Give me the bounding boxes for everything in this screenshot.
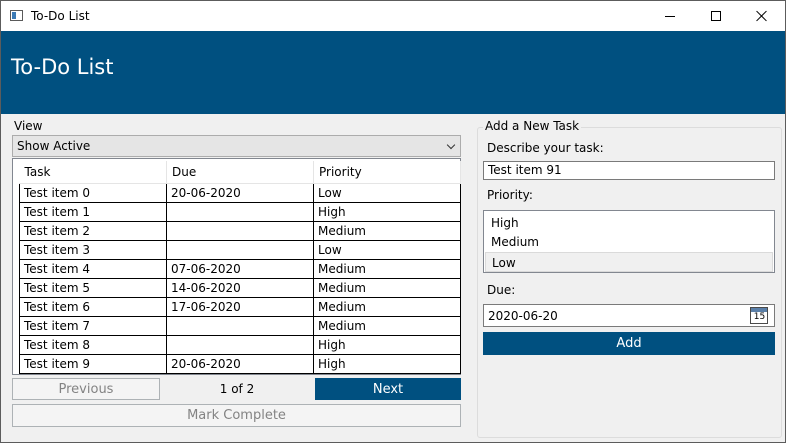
view-filter-value: Show Active xyxy=(17,139,91,153)
priority-cell[interactable]: Medium xyxy=(313,296,461,317)
priority-cell[interactable]: Medium xyxy=(313,220,461,241)
title-bar[interactable]: To-Do List xyxy=(1,1,785,31)
due-cell[interactable] xyxy=(166,315,314,336)
priority-cell[interactable]: Low xyxy=(313,182,461,203)
app-window-icon xyxy=(10,10,23,21)
close-icon xyxy=(756,10,768,22)
table-row[interactable]: Test item 9 20-06-2020 High xyxy=(19,353,461,374)
table-header-row: Task Due Priority xyxy=(19,161,461,184)
task-cell[interactable]: Test item 6 xyxy=(19,296,167,317)
task-grid[interactable]: Task Due Priority Test item 0 20-06-2020 L… xyxy=(12,158,461,375)
calendar-icon-day: 15 xyxy=(753,312,766,322)
page-indicator: 1 of 2 xyxy=(219,382,255,396)
priority-cell[interactable]: Medium xyxy=(313,315,461,336)
maximize-button[interactable] xyxy=(693,1,739,31)
window-title: To-Do List xyxy=(31,9,90,23)
priority-label: Priority: xyxy=(487,188,533,202)
close-button[interactable] xyxy=(739,1,785,31)
table-row[interactable]: Test item 8 High xyxy=(19,334,461,355)
app-window: To-Do List To-Do List View Show Active T… xyxy=(0,0,786,443)
view-group-label: View xyxy=(14,119,43,133)
priority-cell[interactable]: Medium xyxy=(313,258,461,279)
due-date-picker[interactable]: 2020-06-20 15 xyxy=(483,304,775,327)
priority-cell[interactable]: High xyxy=(313,201,461,222)
due-cell[interactable] xyxy=(166,239,314,260)
task-cell[interactable]: Test item 5 xyxy=(19,277,167,298)
add-task-button[interactable]: Add xyxy=(483,332,775,355)
table-row[interactable]: Test item 5 14-06-2020 Medium xyxy=(19,277,461,298)
table-row[interactable]: Test item 6 17-06-2020 Medium xyxy=(19,296,461,317)
maximize-icon xyxy=(711,11,721,21)
priority-option-low[interactable]: Low xyxy=(485,252,773,272)
due-cell[interactable]: 20-06-2020 xyxy=(166,182,314,203)
table-row[interactable]: Test item 7 Medium xyxy=(19,315,461,336)
due-label: Due: xyxy=(487,283,516,297)
due-date-value: 2020-06-20 xyxy=(488,309,558,323)
calendar-icon[interactable]: 15 xyxy=(750,307,768,324)
task-cell[interactable]: Test item 0 xyxy=(19,182,167,203)
table-row[interactable]: Test item 3 Low xyxy=(19,239,461,260)
column-header-task[interactable]: Task xyxy=(19,161,167,184)
priority-option-medium[interactable]: Medium xyxy=(485,232,773,252)
task-cell[interactable]: Test item 9 xyxy=(19,353,167,374)
task-cell[interactable]: Test item 8 xyxy=(19,334,167,355)
minimize-button[interactable] xyxy=(647,1,693,31)
due-cell[interactable]: 17-06-2020 xyxy=(166,296,314,317)
priority-cell[interactable]: Low xyxy=(313,239,461,260)
previous-page-button[interactable]: Previous xyxy=(12,378,160,400)
describe-task-label: Describe your task: xyxy=(487,141,604,155)
priority-listbox[interactable]: High Medium Low xyxy=(483,210,775,273)
due-cell[interactable] xyxy=(166,201,314,222)
chevron-down-icon xyxy=(446,140,456,150)
due-cell[interactable]: 20-06-2020 xyxy=(166,353,314,374)
column-header-priority[interactable]: Priority xyxy=(313,161,461,184)
add-task-group-label: Add a New Task xyxy=(483,119,582,133)
minimize-icon xyxy=(665,15,675,17)
next-page-button[interactable]: Next xyxy=(315,378,461,400)
priority-option-high[interactable]: High xyxy=(485,213,773,233)
due-cell[interactable] xyxy=(166,220,314,241)
view-filter-dropdown[interactable]: Show Active xyxy=(12,135,461,157)
due-cell[interactable]: 14-06-2020 xyxy=(166,277,314,298)
task-cell[interactable]: Test item 3 xyxy=(19,239,167,260)
page-title: To-Do List xyxy=(11,55,114,79)
header-banner: To-Do List xyxy=(1,31,785,114)
due-cell[interactable]: 07-06-2020 xyxy=(166,258,314,279)
table-row[interactable]: Test item 2 Medium xyxy=(19,220,461,241)
task-cell[interactable]: Test item 1 xyxy=(19,201,167,222)
table-row[interactable]: Test item 1 High xyxy=(19,201,461,222)
mark-complete-button[interactable]: Mark Complete xyxy=(12,404,461,427)
task-cell[interactable]: Test item 7 xyxy=(19,315,167,336)
priority-cell[interactable]: Medium xyxy=(313,277,461,298)
table-row[interactable]: Test item 4 07-06-2020 Medium xyxy=(19,258,461,279)
priority-cell[interactable]: High xyxy=(313,334,461,355)
priority-cell[interactable]: High xyxy=(313,353,461,374)
task-table: Task Due Priority Test item 0 20-06-2020 L… xyxy=(19,161,461,374)
column-header-due[interactable]: Due xyxy=(166,161,314,184)
table-row[interactable]: Test item 0 20-06-2020 Low xyxy=(19,182,461,203)
task-description-input[interactable]: Test item 91 xyxy=(483,161,775,180)
task-cell[interactable]: Test item 2 xyxy=(19,220,167,241)
task-cell[interactable]: Test item 4 xyxy=(19,258,167,279)
due-cell[interactable] xyxy=(166,334,314,355)
